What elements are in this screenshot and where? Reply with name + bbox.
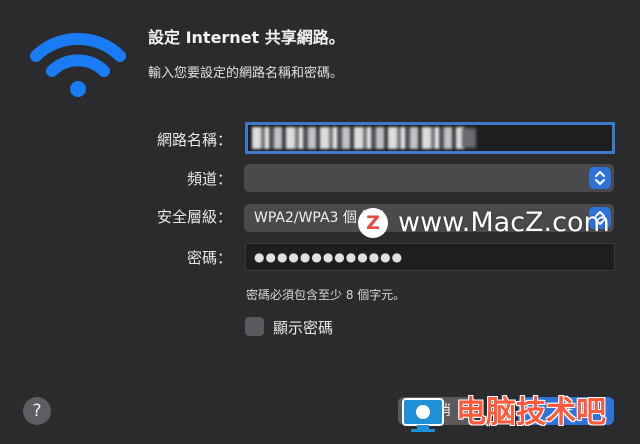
password-hint: 密碼必須包含至少 8 個字元。	[246, 288, 406, 302]
macz-watermark-text: www.MacZ.com	[398, 207, 610, 238]
pc-tech-watermark-text: 电脑技术吧	[456, 395, 606, 430]
dialog-subtitle: 輸入您要設定的網路名稱和密碼。	[148, 66, 344, 81]
password-field[interactable]: ●●●●●●●●●●●●●	[245, 243, 615, 271]
chevron-up-down-icon	[589, 167, 611, 189]
channel-label: 頻道：	[186, 170, 232, 188]
monitor-logo-icon	[402, 398, 444, 432]
internet-sharing-dialog: 設定 Internet 共享網路。 輸入您要設定的網路名稱和密碼。 網路名稱： …	[0, 0, 640, 444]
macz-logo-letter: Z	[366, 212, 380, 234]
macz-logo-icon: Z	[358, 208, 388, 238]
network-name-redacted-value	[252, 127, 464, 149]
channel-select[interactable]	[244, 164, 614, 192]
network-name-label: 網路名稱：	[156, 131, 232, 149]
password-label: 密碼：	[186, 249, 232, 267]
help-button[interactable]: ?	[23, 397, 51, 425]
show-password-checkbox[interactable]	[245, 317, 264, 336]
dialog-title: 設定 Internet 共享網路。	[148, 28, 345, 47]
security-label: 安全層級：	[156, 208, 232, 226]
show-password-label[interactable]: 顯示密碼	[273, 317, 333, 338]
wifi-icon	[30, 32, 126, 97]
network-name-redacted-tail	[462, 128, 476, 148]
